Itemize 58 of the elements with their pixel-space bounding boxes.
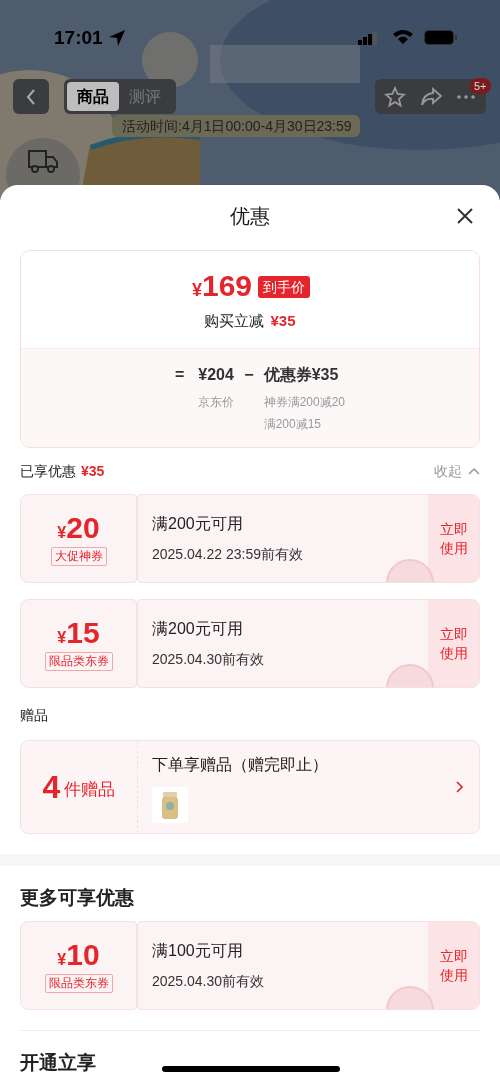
coupon-validity: 2025.04.30前有效 <box>152 972 266 991</box>
equals-sign: = <box>174 365 185 385</box>
gift-unit: 件赠品 <box>64 779 116 802</box>
location-arrow-icon <box>108 29 126 47</box>
minus-sign: − <box>244 365 254 385</box>
back-button[interactable] <box>13 79 49 114</box>
coupon-condition: 满200元可用 <box>152 619 244 639</box>
truck-icon <box>27 148 59 174</box>
chevron-up-icon <box>468 467 480 475</box>
collapse-button[interactable]: 收起 <box>434 460 480 482</box>
coupon-tag: 限品类东券 <box>44 974 113 993</box>
enjoyed-amount: ¥35 <box>81 461 105 481</box>
coupon-detail: 满200减15 <box>263 416 322 433</box>
coupon-condition: 满100元可用 <box>152 941 244 961</box>
currency-symbol: ¥ <box>57 629 67 648</box>
coupon-total: 优惠券¥35 <box>263 365 339 385</box>
close-icon <box>456 207 474 225</box>
coupon-amount: 10 <box>66 938 100 972</box>
coupon-validity: 2025.04.22 23:59前有效 <box>152 545 304 564</box>
coupon-validity: 2025.04.30前有效 <box>152 650 266 669</box>
coupon-detail: 神券满200减20 <box>263 394 346 411</box>
chevron-right-icon <box>455 781 463 793</box>
section-heading: 更多可享优惠 <box>20 886 135 910</box>
more-icon[interactable] <box>457 95 475 99</box>
share-icon[interactable] <box>420 87 442 107</box>
activity-time-banner: 活动时间:4月1日00:00-4月30日23:59 <box>112 115 360 137</box>
section-heading: 赠品 <box>20 706 49 725</box>
gift-title: 下单享赠品（赠完即止） <box>152 755 329 775</box>
use-now-button[interactable]: 立即使用 <box>428 495 479 582</box>
currency-symbol: ¥ <box>57 951 67 970</box>
section-heading: 开通立享 <box>20 1051 96 1075</box>
use-now-button[interactable]: 立即使用 <box>428 922 479 1009</box>
saving-amount: ¥35 <box>270 311 296 331</box>
signal-icon <box>358 32 378 45</box>
coupon-tag: 限品类东券 <box>44 652 113 671</box>
battery-icon <box>424 30 458 45</box>
base-price: ¥204 <box>198 365 234 385</box>
currency-symbol: ¥ <box>57 524 67 543</box>
notification-badge: 5+ <box>470 78 491 94</box>
gift-count: 4 <box>42 770 61 804</box>
final-price: ¥169 <box>191 269 253 304</box>
coupon-tag: 大促神券 <box>50 547 107 566</box>
saving-label: 购买立减 <box>204 311 265 331</box>
tab[interactable]: 测评 <box>121 82 169 111</box>
price-tag: 到手价 <box>258 275 311 298</box>
coupon-condition: 满200元可用 <box>152 514 244 534</box>
coupon-amount: 20 <box>66 511 100 545</box>
section-heading: 已享优惠 <box>20 461 76 481</box>
base-price-label: 京东价 <box>198 394 235 411</box>
status-time: 17:01 <box>54 26 103 50</box>
back-icon <box>25 87 37 106</box>
use-now-button[interactable]: 立即使用 <box>428 600 479 687</box>
coupon-amount: 15 <box>66 616 100 650</box>
wifi-icon <box>392 29 414 45</box>
tab[interactable]: 商品 <box>67 82 119 111</box>
star-icon[interactable] <box>384 86 406 108</box>
sheet-title: 优惠 <box>230 204 270 229</box>
gift-card[interactable]: 4 件赠品 下单享赠品（赠完即止） <box>20 740 480 834</box>
